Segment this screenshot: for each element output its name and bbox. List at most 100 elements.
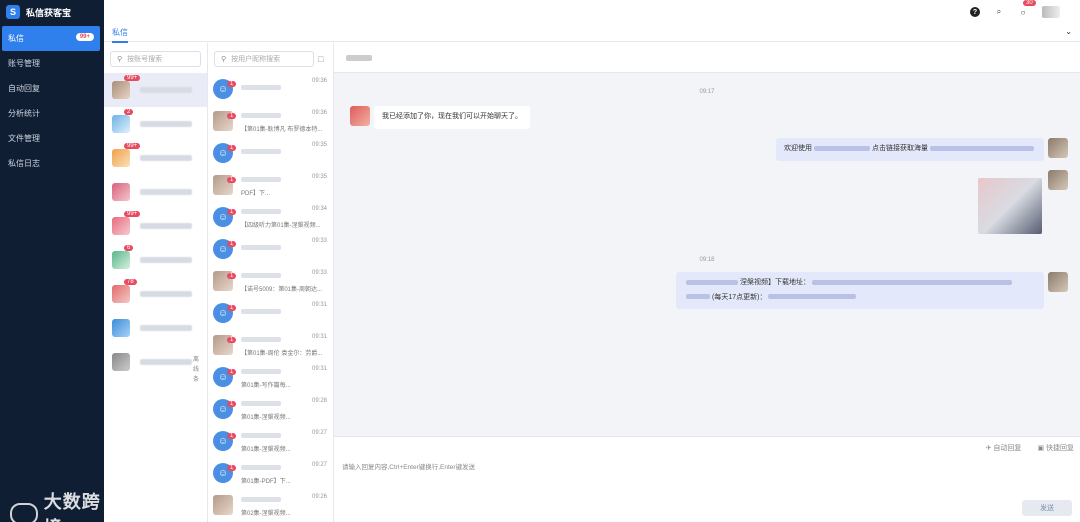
- unread-badge: 1: [227, 81, 237, 87]
- account-avatar: [112, 353, 130, 371]
- message-preview: 第01集-写作篇每...: [241, 382, 291, 389]
- contact-name-blurred: [241, 496, 281, 502]
- send-button[interactable]: 发送: [1022, 500, 1072, 516]
- nav-item-message-log[interactable]: 私信日志: [0, 151, 104, 176]
- message-preview: 【第01集-周伦 袁金尔：劳爵...: [241, 350, 323, 357]
- contact-name-blurred: [241, 309, 281, 314]
- conversation-item[interactable]: 1 【诺号5009：第01集-周朝达... 09:33: [208, 265, 333, 297]
- message-input[interactable]: 请输入回复内容,Ctrl+Enter键换行,Enter键发送: [342, 461, 475, 471]
- unread-badge: 1: [227, 369, 237, 375]
- nav-item-file-management[interactable]: 文件管理: [0, 126, 104, 151]
- user-avatar-icon: ☺ 1: [213, 207, 237, 227]
- account-avatar: [112, 81, 130, 99]
- conversation-search-input[interactable]: ⚲ 按用户昵称搜索: [214, 51, 314, 67]
- message-time: 09:27: [311, 462, 327, 468]
- message-bubble: 涅槃视频】下载地址： (每天17点更新)：: [676, 272, 1044, 309]
- unread-badge: 99+: [124, 75, 141, 81]
- user-avatar-icon: ☺ 1: [213, 367, 237, 387]
- unread-badge: 6: [124, 245, 134, 251]
- account-item[interactable]: 78: [104, 277, 207, 311]
- user-avatar-icon: ☺ 1: [213, 239, 237, 259]
- conversation-item[interactable]: ☺ 1 第01集-涅槃视频... 09:28: [208, 393, 333, 425]
- account-name-blurred: [140, 121, 192, 127]
- conversation-item[interactable]: ☺ 1 09:33: [208, 233, 333, 265]
- account-search-input[interactable]: ⚲ 按账号搜索: [110, 51, 201, 67]
- notification-bell[interactable]: ○ 30: [1018, 0, 1036, 17]
- account-item[interactable]: [104, 311, 207, 345]
- user-avatar-icon: ☺ 1: [213, 399, 237, 419]
- contact-avatar: 1: [213, 111, 237, 131]
- conversation-item[interactable]: ☺ 1 09:31: [208, 297, 333, 329]
- nav-item-auto-reply[interactable]: 自动回复: [0, 76, 104, 101]
- message-outgoing: 涅槃视频】下载地址： (每天17点更新)：: [676, 272, 1044, 309]
- conversation-item[interactable]: ☺ 1 09:36: [208, 73, 333, 105]
- brand: S 私信获客宝: [0, 0, 104, 24]
- account-item[interactable]: [104, 175, 207, 209]
- message-preview: 【诺号5009：第01集-周朝达...: [241, 286, 323, 293]
- message-preview: 第01集-PDF】下...: [241, 478, 291, 485]
- account-avatar: [112, 115, 130, 133]
- my-avatar: [1048, 138, 1068, 158]
- watermark: 大数跨境: [10, 488, 104, 522]
- unread-badge: 99+: [124, 211, 141, 217]
- nav-item-messages[interactable]: 私信 99+: [2, 26, 100, 51]
- chat-contact-name: [346, 54, 372, 61]
- nav-badge: 99+: [75, 33, 94, 41]
- search-icon: ⚲: [117, 56, 123, 63]
- account-item[interactable]: 离线条: [104, 345, 207, 383]
- conversation-item[interactable]: 第02集-涅槃视频... 09:26: [208, 489, 333, 521]
- unread-badge: 1: [227, 145, 237, 151]
- search-icon: ⚲: [221, 56, 227, 63]
- account-item[interactable]: 99+: [104, 141, 207, 175]
- chat-filter-icon[interactable]: □: [318, 54, 323, 64]
- message-preview: 第01集-涅槃视频...: [241, 414, 291, 421]
- message-time: 09:31: [311, 302, 327, 308]
- auto-reply-button[interactable]: ✈ 自动回复: [986, 443, 1022, 453]
- user-avatar[interactable]: [1042, 6, 1060, 18]
- conversation-item[interactable]: 1 【第01集-周伦 袁金尔：劳爵... 09:31: [208, 329, 333, 361]
- account-avatar: [112, 149, 130, 167]
- help-icon[interactable]: ?: [970, 7, 980, 17]
- conversation-item[interactable]: ☺ 1 第01集-PDF】下... 09:27: [208, 457, 333, 489]
- conversation-body: [241, 242, 333, 256]
- blurred-text: [686, 294, 710, 300]
- account-name-blurred: [140, 257, 192, 263]
- message-text: 点击链接获取海量: [872, 145, 928, 152]
- conversation-item[interactable]: ☺ 1 09:35: [208, 137, 333, 169]
- conversation-item[interactable]: ☺ 1 【四级听力第01集-涅槃视频... 09:34: [208, 201, 333, 233]
- nav-item-account-management[interactable]: 账号管理: [0, 51, 104, 76]
- account-name-blurred: [140, 155, 192, 161]
- chevron-down-icon[interactable]: ⌄: [1065, 27, 1072, 36]
- contact-name-blurred: [241, 112, 281, 118]
- message-time: 09:33: [311, 238, 327, 244]
- message-time: 09:36: [311, 110, 327, 116]
- image-message[interactable]: [978, 178, 1042, 234]
- search-icon[interactable]: ⌕: [994, 7, 1004, 17]
- account-status-label: 离线条: [193, 357, 200, 383]
- account-item[interactable]: 2: [104, 107, 207, 141]
- account-item[interactable]: 99+: [104, 73, 207, 107]
- contact-avatar: [350, 106, 370, 126]
- message-time: 09:27: [311, 430, 327, 436]
- user-avatar-icon: ☺ 1: [213, 463, 237, 483]
- message-time: 09:33: [311, 270, 327, 276]
- quick-reply-button[interactable]: ▣ 快捷回复: [1037, 443, 1074, 453]
- blurred-text: [686, 279, 738, 285]
- account-list: 99+ 2 99+ 99+ 6 78 离线条: [104, 73, 207, 383]
- message-preview: 【第01集-耿博凡 布罗德本特...: [241, 126, 323, 133]
- account-name-blurred: [140, 325, 192, 331]
- conversation-item[interactable]: 1 【第01集-耿博凡 布罗德本特... 09:36: [208, 105, 333, 137]
- conversation-item[interactable]: ☺ 1 第01集-写作篇每... 09:31: [208, 361, 333, 393]
- message-preview: 第01集-涅槃视频...: [241, 446, 291, 453]
- time-separator: 09:18: [699, 257, 715, 263]
- tab-messages[interactable]: 私信: [112, 27, 128, 43]
- conversation-body: [241, 146, 333, 160]
- nav-item-analytics[interactable]: 分析统计: [0, 101, 104, 126]
- conversation-item[interactable]: ☺ 1 第01集-涅槃视频... 09:27: [208, 425, 333, 457]
- unread-badge: 1: [227, 401, 237, 407]
- account-item[interactable]: 99+: [104, 209, 207, 243]
- user-avatar-icon: ☺ 1: [213, 431, 237, 451]
- conversation-item[interactable]: 1 PDF】下... 09:35: [208, 169, 333, 201]
- message-list[interactable]: 09:17 我已经添加了你，现在我们可以开始聊天了。 欢迎使用 点击链接获取海量 …: [334, 74, 1080, 436]
- account-item[interactable]: 6: [104, 243, 207, 277]
